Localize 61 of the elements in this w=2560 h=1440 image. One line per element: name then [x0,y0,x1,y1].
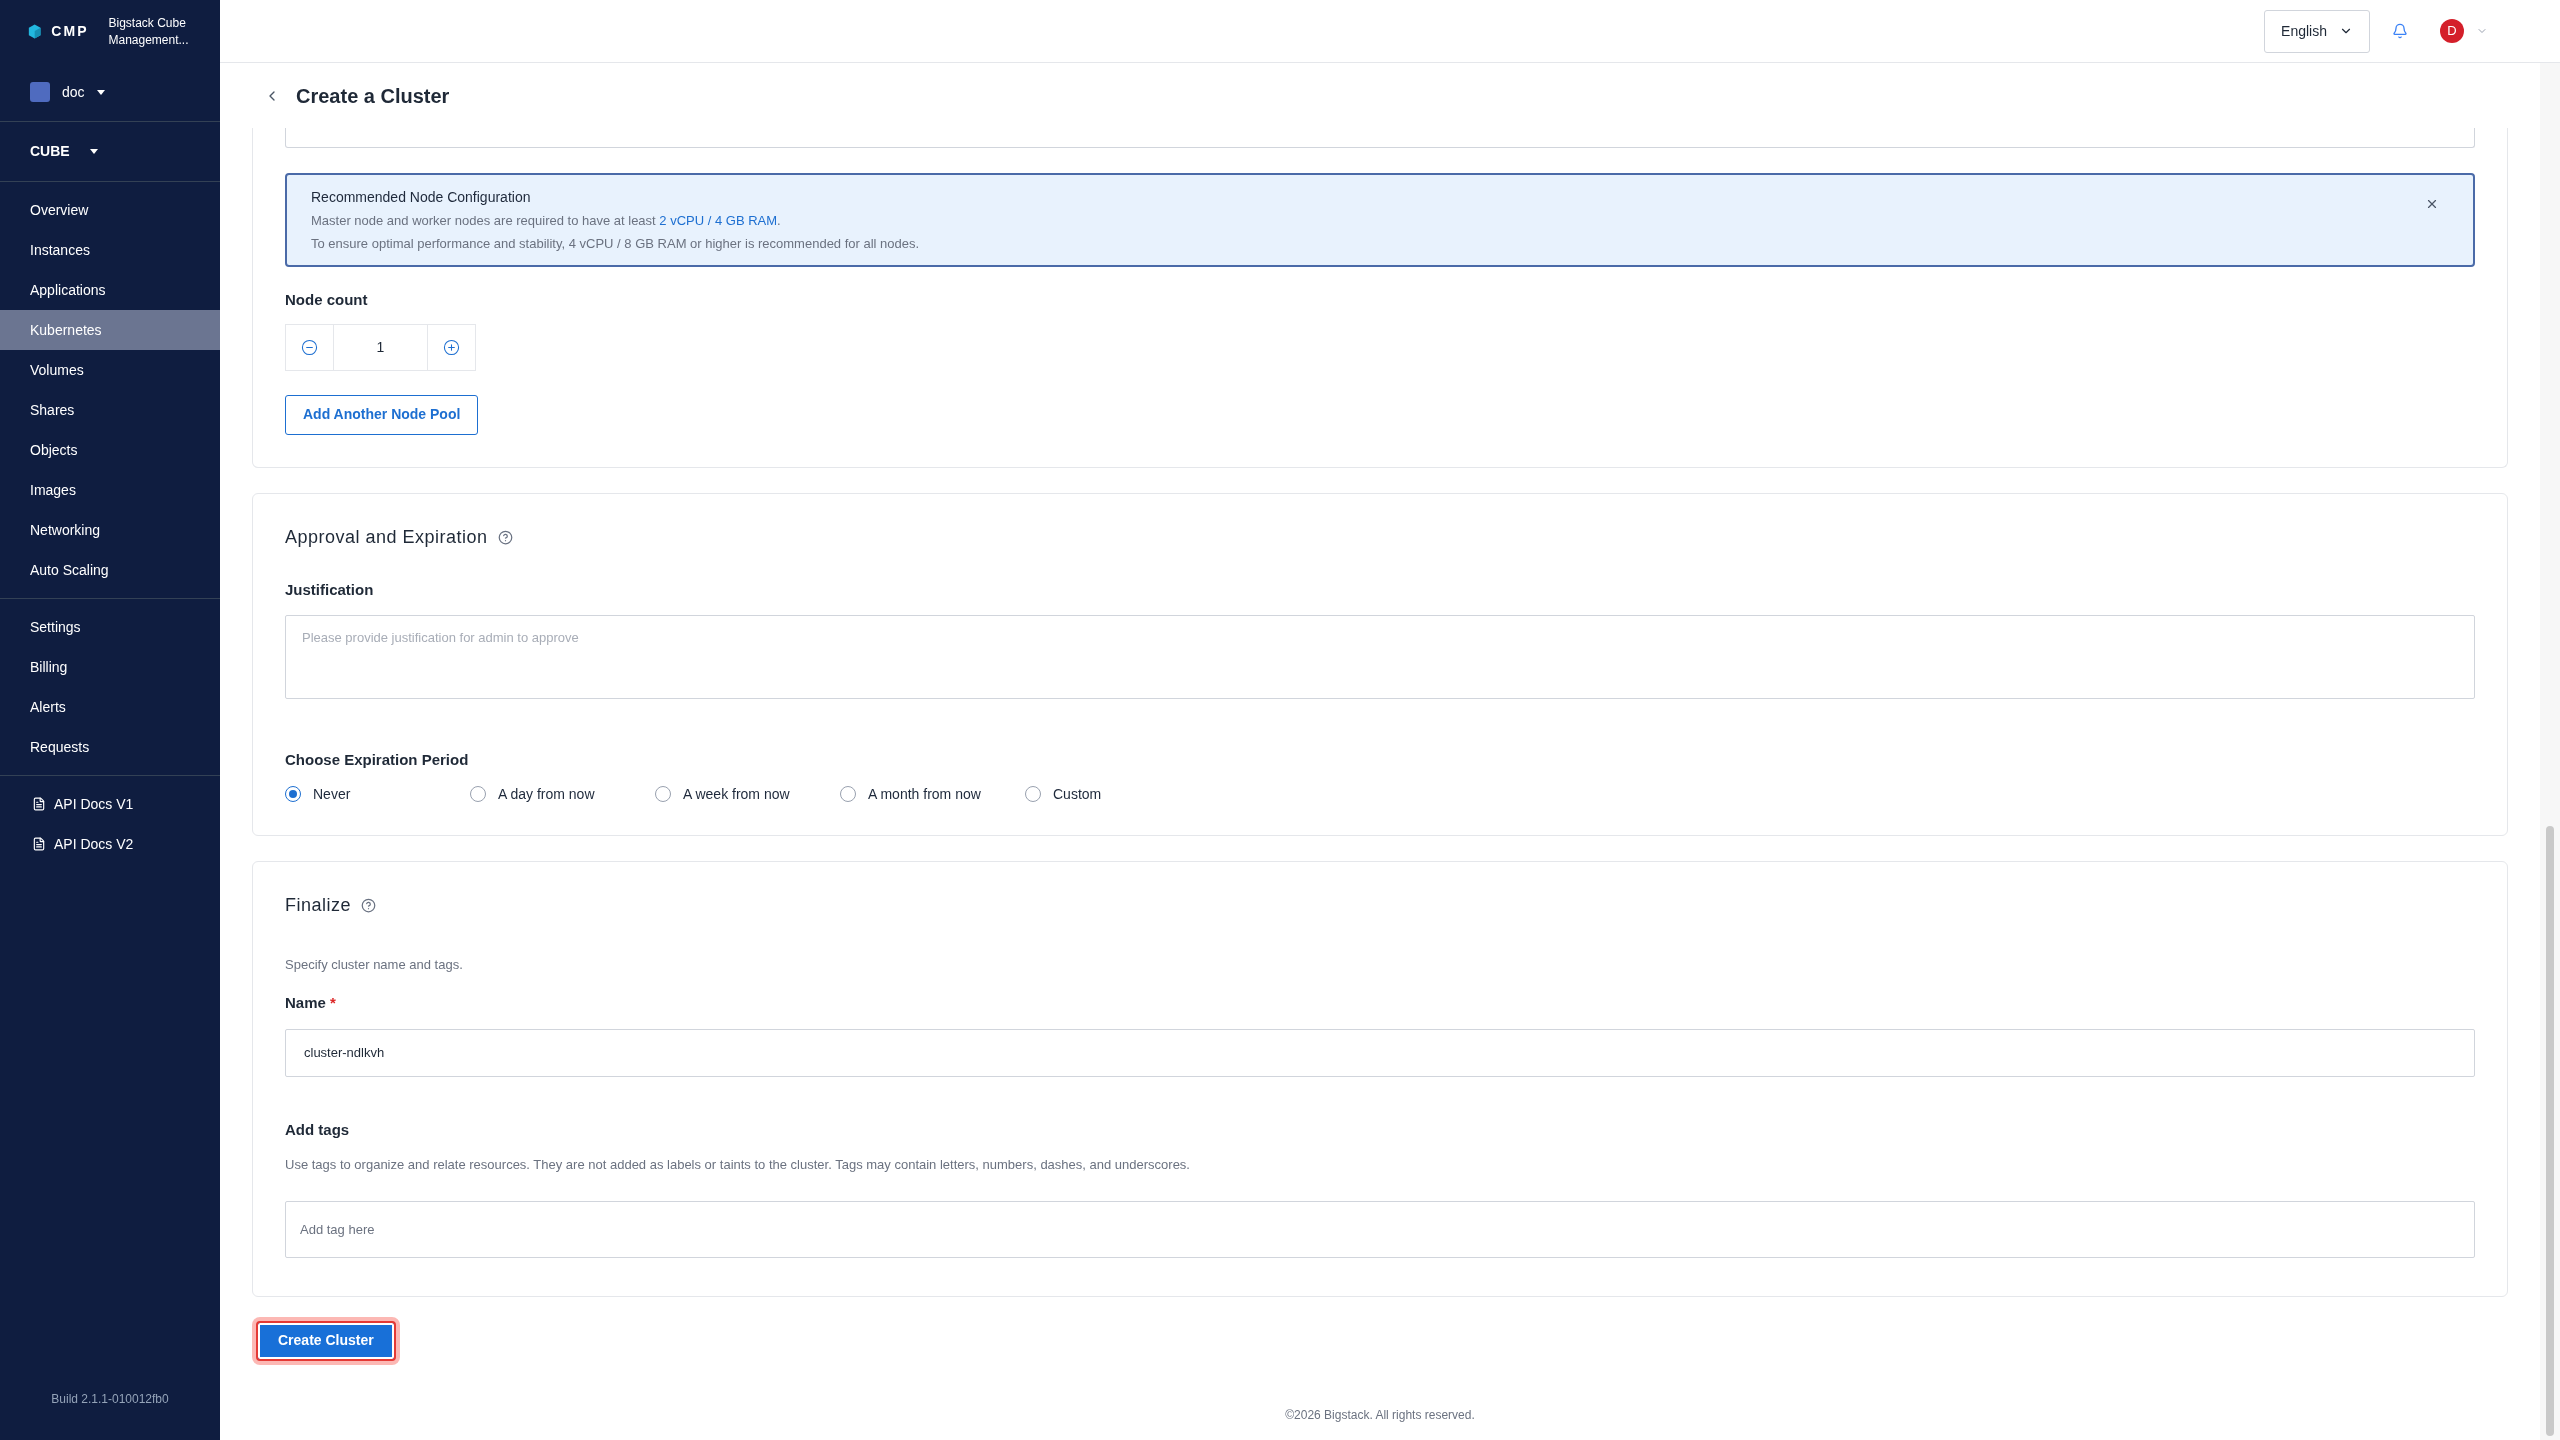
project-avatar [30,82,50,102]
project-selector[interactable]: doc [0,63,220,122]
expiration-radio[interactable]: A month from now [840,783,1025,805]
notice-text: Master node and worker nodes are required to have at least 2 vCPU / 4 GB RAM. [311,212,782,230]
build-version: Build 2.1.1-010012fb0 [50,1391,170,1408]
section-title: Finalize [285,893,352,917]
create-cluster-button[interactable]: Create Cluster [256,1320,396,1361]
field-label: Choose Expiration Period [285,750,470,770]
add-node-pool-button[interactable]: Add Another Node Pool [285,394,479,435]
nav-item[interactable]: Auto Scaling [0,550,220,590]
page-title: Create a Cluster [296,83,450,109]
section-title: Approval and Expiration [285,525,488,549]
nav-item[interactable]: Networking [0,510,220,550]
notice-title: Recommended Node Configuration [311,188,532,207]
caret-icon [89,149,98,154]
document-icon [32,837,46,851]
field-label: Name * [285,993,337,1013]
node-size-select[interactable] [285,128,2475,148]
nav-item[interactable]: Applications [0,270,220,310]
field-description: Use tags to organize and relate resources. They are not added as labels or taints to the cluster. Tags may contain letters, numbers, dashes, and underscores. [285,1156,1191,1174]
expiration-radio[interactable]: A day from now [470,783,655,805]
notice-text: To ensure optimal performance and stability, 4 vCPU / 8 GB RAM or higher is recommended for all nodes. [311,234,921,253]
docs-link[interactable]: API Docs V2 [0,824,220,864]
bell-icon[interactable] [2392,23,2408,39]
field-label: Add tags [285,1119,351,1140]
cube-logo-icon [28,23,42,40]
expiration-radio[interactable]: Never [285,783,470,805]
field-label: Justification [285,579,375,600]
close-icon[interactable] [2425,197,2439,211]
document-icon [32,797,46,811]
field-label: Node count [285,290,369,310]
nav-item[interactable]: Overview [0,190,220,230]
expiration-radio[interactable]: A week from now [655,783,840,805]
plus-icon [443,338,460,356]
name-field[interactable]: cluster-ndlkvh [285,1028,2475,1077]
nav-item[interactable]: Kubernetes [0,310,220,350]
nav-item[interactable]: Settings [0,607,220,647]
help-icon[interactable] [361,897,377,913]
tag-field[interactable]: Add tag here [285,1200,2475,1258]
product-name: Bigstack Cube Management... [108,14,190,49]
nav-item[interactable]: Billing [0,647,220,687]
help-icon[interactable] [497,529,513,545]
section-description: Specify cluster name and tags. [285,955,464,974]
justification-field[interactable]: Please provide justification for admin to approve [285,615,2475,699]
region-selector[interactable]: CUBE [0,122,220,182]
nav-item[interactable]: Instances [0,230,220,270]
nav-item[interactable]: Requests [0,727,220,767]
nav-item[interactable]: Images [0,470,220,510]
scrollbar[interactable] [2540,63,2560,1440]
language-select[interactable]: English [2264,9,2370,53]
expiration-radio[interactable]: Custom [1025,783,1210,805]
nav-item[interactable]: Alerts [0,687,220,727]
nav-item[interactable]: Shares [0,390,220,430]
docs-link[interactable]: API Docs V1 [0,784,220,824]
minus-icon [301,338,318,356]
copyright: ©2026 Bigstack. All rights reserved. [1284,1407,1476,1424]
nav-item[interactable]: Objects [0,430,220,470]
caret-icon [96,89,105,95]
logo-text: CMP [51,22,89,41]
nav-item[interactable]: Volumes [0,350,220,390]
node-count-stepper[interactable]: 1 [285,323,476,371]
